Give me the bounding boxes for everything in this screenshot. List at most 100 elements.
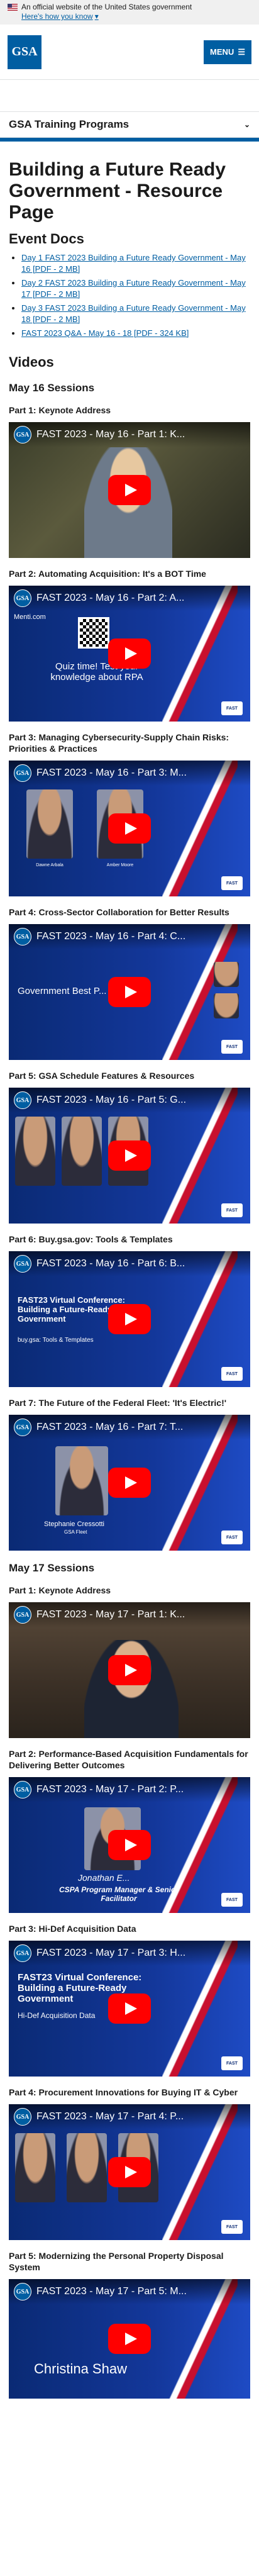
gsa-channel-icon: GSA [14,1419,31,1436]
youtube-title[interactable]: FAST 2023 - May 17 - Part 5: M... [36,2286,219,2297]
qr-code-icon [78,617,109,649]
video-player[interactable]: GSA FAST 2023 - May 17 - Part 1: K... [9,1602,250,1738]
doc-link-day2[interactable]: Day 2 FAST 2023 Building a Future Ready … [21,278,246,299]
video-player[interactable]: Christina Shaw GSA FAST 2023 - May 17 - P… [9,2279,250,2399]
us-flag-icon [8,4,18,11]
video-title: Part 4: Procurement Innovations for Buyi… [9,2087,238,2097]
video-title: Part 7: The Future of the Federal Fleet:… [9,1398,227,1408]
gsa-channel-icon: GSA [14,1781,31,1798]
video-topbar: GSA FAST 2023 - May 17 - Part 5: M... [9,2279,250,2304]
video-topbar: GSA FAST 2023 - May 17 - Part 4: P... [9,2104,250,2129]
video-title: Part 6: Buy.gsa.gov: Tools & Templates [9,1234,173,1244]
main-content: Building a Future Ready Government - Res… [0,159,259,2399]
heres-how-you-know-label: Here's how you know [21,12,93,21]
gsa-channel-icon: GSA [14,1944,31,1962]
videos-heading: Videos [9,354,54,370]
youtube-title[interactable]: FAST 2023 - May 17 - Part 2: P... [36,1784,219,1795]
gov-banner: An official website of the United States… [0,0,259,25]
youtube-title[interactable]: FAST 2023 - May 16 - Part 6: B... [36,1258,219,1269]
video-title: Part 4: Cross-Sector Collaboration for B… [9,907,229,917]
play-icon[interactable] [108,977,151,1007]
youtube-title[interactable]: FAST 2023 - May 16 - Part 2: A... [36,593,219,604]
list-item: Day 2 FAST 2023 Building a Future Ready … [21,277,250,300]
youtube-title[interactable]: FAST 2023 - May 16 - Part 7: T... [36,1422,219,1433]
youtube-title[interactable]: FAST 2023 - May 16 - Part 3: M... [36,767,219,779]
play-icon[interactable] [108,638,151,669]
speaker-name: Stephanie Cressotti [44,1520,104,1528]
video-player[interactable]: FAST Jonathan E... CSPA Program Manager … [9,1777,250,1913]
video-topbar: GSA FAST 2023 - May 16 - Part 2: A... [9,586,250,611]
menu-button[interactable]: MENU ☰ [204,40,251,64]
play-icon[interactable] [108,1830,151,1860]
list-item: Day 3 FAST 2023 Building a Future Ready … [21,303,250,325]
gsa-logo[interactable]: GSA [8,35,41,69]
speaker-name: Christina Shaw [34,2361,127,2377]
chevron-down-icon: ▾ [94,12,99,21]
play-icon[interactable] [108,2157,151,2187]
youtube-title[interactable]: FAST 2023 - May 16 - Part 5: G... [36,1095,219,1106]
speaker-name: Dawne Arbala [36,863,63,867]
event-docs-list: Day 1 FAST 2023 Building a Future Ready … [21,252,250,339]
section-nav-title: GSA Training Programs [9,118,130,130]
gsa-channel-icon: GSA [14,1606,31,1624]
video-title: Part 3: Hi-Def Acquisition Data [9,1924,136,1934]
video-title: Part 2: Performance-Based Acquisition Fu… [9,1749,248,1770]
section-nav-toggle[interactable]: GSA Training Programs ⌄ [0,111,259,138]
video-topbar: GSA FAST 2023 - May 16 - Part 7: T... [9,1415,250,1440]
video-title: Part 3: Managing Cybersecurity-Supply Ch… [9,732,229,754]
play-icon[interactable] [108,1993,151,2024]
speaker-name: Amber Moore [106,863,134,867]
video-topbar: GSA FAST 2023 - May 17 - Part 3: H... [9,1941,250,1966]
video-player[interactable]: FAST FAST23 Virtual Conference: Building… [9,1941,250,2077]
video-player[interactable]: FAST GSA FAST 2023 - May 16 - Part 5: G..… [9,1088,250,1224]
play-icon[interactable] [108,2324,151,2354]
caption-site: Menti.com [14,613,46,621]
video-title: Part 1: Keynote Address [9,1585,111,1595]
youtube-title[interactable]: FAST 2023 - May 16 - Part 4: C... [36,931,219,942]
youtube-title[interactable]: FAST 2023 - May 17 - Part 1: K... [36,1609,219,1620]
play-icon[interactable] [108,1468,151,1498]
caption-sub: buy.gsa: Tools & Templates [18,1337,94,1344]
video-player[interactable]: FAST GSA FAST 2023 - May 17 - Part 4: P..… [9,2104,250,2240]
video-player[interactable]: FAST Government Best P... GSA FAST 2023 -… [9,924,250,1060]
heres-how-you-know-link[interactable]: Here's how you know ▾ [21,12,99,21]
list-item: FAST 2023 Q&A - May 16 - 18 [PDF - 324 K… [21,328,250,339]
video-player[interactable]: FAST Dawne Arbala Amber Moore GSA FAST 20… [9,761,250,896]
video-title: Part 2: Automating Acquisition: It's a B… [9,569,206,579]
youtube-title[interactable]: FAST 2023 - May 17 - Part 3: H... [36,1948,219,1959]
caption-sub: Hi-Def Acquisition Data [18,2011,96,2020]
caption-text: Government Best P... [18,986,107,996]
play-icon[interactable] [108,475,151,505]
gsa-channel-icon: GSA [14,2108,31,2126]
youtube-title[interactable]: FAST 2023 - May 17 - Part 4: P... [36,2111,219,2122]
youtube-title[interactable]: FAST 2023 - May 16 - Part 1: K... [36,429,219,440]
video-topbar: GSA FAST 2023 - May 17 - Part 1: K... [9,1602,250,1627]
gov-banner-text: An official website of the United States… [21,3,192,11]
may17-heading: May 17 Sessions [9,1562,95,1574]
menu-button-label: MENU [210,47,234,57]
gsa-channel-icon: GSA [14,426,31,443]
video-player[interactable]: FAST Menti.com Quiz time! Test your know… [9,586,250,722]
video-player[interactable]: GSA FAST 2023 - May 16 - Part 1: K... [9,422,250,558]
video-title: Part 5: Modernizing the Personal Propert… [9,2251,224,2272]
play-icon[interactable] [108,1655,151,1685]
video-topbar: GSA FAST 2023 - May 16 - Part 5: G... [9,1088,250,1113]
video-title: Part 5: GSA Schedule Features & Resource… [9,1071,195,1081]
video-player[interactable]: FAST Stephanie Cressotti GSA Fleet GSA FA… [9,1415,250,1551]
speaker-title: GSA Fleet [64,1529,87,1535]
hamburger-icon: ☰ [238,47,245,57]
site-header: GSA MENU ☰ [0,25,259,80]
video-player[interactable]: FAST FAST23 Virtual Conference: Building… [9,1251,250,1387]
gsa-channel-icon: GSA [14,928,31,945]
play-icon[interactable] [108,1140,151,1171]
play-icon[interactable] [108,813,151,844]
gsa-channel-icon: GSA [14,589,31,607]
page-title: Building a Future Ready Government - Res… [9,159,226,223]
doc-link-day1[interactable]: Day 1 FAST 2023 Building a Future Ready … [21,253,246,274]
doc-link-day3[interactable]: Day 3 FAST 2023 Building a Future Ready … [21,303,246,324]
play-icon[interactable] [108,1304,151,1334]
doc-link-qa[interactable]: FAST 2023 Q&A - May 16 - 18 [PDF - 324 K… [21,328,189,338]
video-topbar: GSA FAST 2023 - May 16 - Part 4: C... [9,924,250,949]
gsa-channel-icon: GSA [14,1255,31,1273]
video-title: Part 1: Keynote Address [9,405,111,415]
